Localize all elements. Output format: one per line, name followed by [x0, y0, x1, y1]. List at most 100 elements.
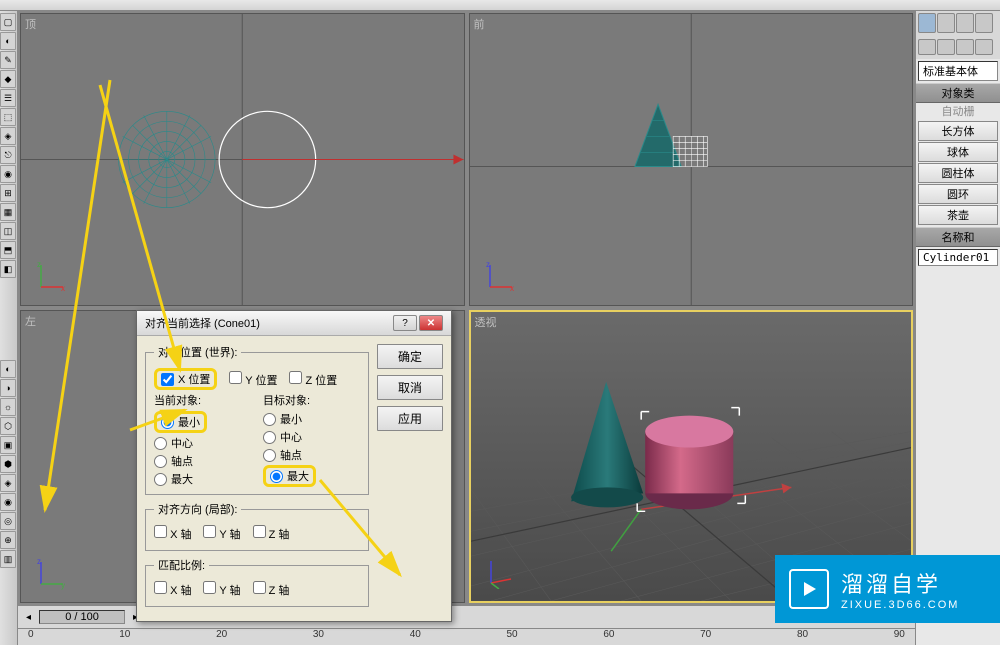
tool-icon[interactable]: ◎	[0, 512, 16, 530]
scale-y-checkbox[interactable]	[203, 581, 216, 594]
frame-display[interactable]: 0 / 100	[39, 610, 125, 624]
object-type-buttons: 长方体 球体 圆柱体 圆环 茶壶	[916, 119, 1000, 227]
tool-icon[interactable]: ▦	[0, 203, 16, 221]
scale-z-checkbox[interactable]	[253, 581, 266, 594]
viewport-top[interactable]: 顶	[20, 13, 465, 306]
x-position-checkbox[interactable]	[161, 373, 174, 386]
target-min-radio[interactable]	[263, 413, 276, 426]
hierarchy-tab-icon[interactable]	[956, 13, 974, 33]
tick-label: 80	[797, 629, 808, 642]
current-min-radio[interactable]	[161, 416, 174, 429]
cameras-tab-icon[interactable]	[975, 39, 993, 55]
axes-gizmo-icon: zx	[484, 259, 518, 293]
svg-text:x: x	[510, 284, 514, 293]
tool-icon[interactable]: ☼	[0, 398, 16, 416]
cancel-button[interactable]: 取消	[377, 375, 443, 400]
orient-y-checkbox[interactable]	[203, 525, 216, 538]
create-cylinder-button[interactable]: 圆柱体	[918, 163, 998, 183]
shapes-tab-icon[interactable]	[937, 39, 955, 55]
target-center-radio[interactable]	[263, 431, 276, 444]
align-orient-legend: 对齐方向 (局部):	[154, 501, 241, 517]
svg-text:x: x	[61, 284, 65, 293]
tick-label: 60	[603, 629, 614, 642]
command-panel: 标准基本体 对象类 自动栅 长方体 球体 圆柱体 圆环 茶壶 名称和	[915, 11, 1000, 645]
help-button[interactable]: ?	[393, 315, 417, 331]
tool-icon[interactable]: ◫	[0, 222, 16, 240]
tool-icon[interactable]: ◧	[0, 260, 16, 278]
tool-icon[interactable]: ⊞	[0, 184, 16, 202]
tool-icon[interactable]: ◈	[0, 127, 16, 145]
opt-min-label: 最小	[280, 411, 302, 427]
tool-icon[interactable]: ◆	[0, 70, 16, 88]
motion-tab-icon[interactable]	[975, 13, 993, 33]
z-axis-label: Z 轴	[269, 529, 290, 541]
lights-tab-icon[interactable]	[956, 39, 974, 55]
command-panel-tabs	[916, 11, 1000, 37]
opt-pivot-label: 轴点	[171, 453, 193, 469]
apply-button[interactable]: 应用	[377, 406, 443, 431]
create-sphere-button[interactable]: 球体	[918, 142, 998, 162]
create-box-button[interactable]: 长方体	[918, 121, 998, 141]
z-position-label: Z 位置	[306, 375, 338, 387]
tool-icon[interactable]: ◉	[0, 493, 16, 511]
z-position-checkbox[interactable]	[289, 371, 302, 384]
tool-icon[interactable]: ⊕	[0, 531, 16, 549]
rollout-object-type[interactable]: 对象类	[916, 83, 1000, 103]
tool-icon[interactable]: ✎	[0, 51, 16, 69]
y-position-checkbox[interactable]	[229, 371, 242, 384]
current-pivot-radio[interactable]	[154, 455, 167, 468]
tool-icon[interactable]: ◑	[0, 379, 16, 397]
tool-icon[interactable]: ⬒	[0, 241, 16, 259]
tool-icon[interactable]: ◐	[0, 32, 16, 50]
tool-icon[interactable]: ▣	[0, 436, 16, 454]
tool-icon[interactable]: ◐	[0, 360, 16, 378]
target-pivot-radio[interactable]	[263, 449, 276, 462]
rollout-name-color[interactable]: 名称和	[916, 227, 1000, 247]
current-object-label: 当前对象:	[154, 392, 251, 408]
opt-center-label: 中心	[280, 429, 302, 445]
tool-icon[interactable]: ⎋	[0, 146, 16, 164]
target-max-radio[interactable]	[270, 470, 283, 483]
prev-key-icon[interactable]: ◂	[26, 612, 31, 623]
orient-z-checkbox[interactable]	[253, 525, 266, 538]
match-scale-group: 匹配比例: X 轴 Y 轴 Z 轴	[145, 557, 369, 607]
watermark-url: ZIXUE.3D66.COM	[841, 599, 959, 611]
create-torus-button[interactable]: 圆环	[918, 184, 998, 204]
modify-tab-icon[interactable]	[937, 13, 955, 33]
x-axis-label: X 轴	[170, 585, 191, 597]
current-max-radio[interactable]	[154, 473, 167, 486]
current-center-radio[interactable]	[154, 437, 167, 450]
tool-icon[interactable]: ▥	[0, 550, 16, 568]
dialog-titlebar[interactable]: 对齐当前选择 (Cone01) ? ✕	[137, 311, 451, 336]
axes-gizmo-icon: zx	[35, 259, 69, 293]
tool-icon[interactable]: ◈	[0, 474, 16, 492]
align-position-legend: 对齐位置 (世界):	[154, 344, 241, 360]
tool-icon[interactable]: ☰	[0, 89, 16, 107]
geometry-category-dropdown[interactable]: 标准基本体	[918, 61, 998, 81]
geometry-tab-icon[interactable]	[918, 39, 936, 55]
ok-button[interactable]: 确定	[377, 344, 443, 369]
tick-label: 0	[28, 629, 34, 642]
svg-text:z: z	[37, 557, 41, 566]
y-axis-label: Y 轴	[219, 529, 240, 541]
tool-icon[interactable]: ◉	[0, 165, 16, 183]
viewport-label: 顶	[25, 16, 36, 32]
close-button[interactable]: ✕	[419, 315, 443, 331]
scale-x-checkbox[interactable]	[154, 581, 167, 594]
tick-label: 70	[700, 629, 711, 642]
tool-icon[interactable]: ▢	[0, 13, 16, 31]
orient-x-checkbox[interactable]	[154, 525, 167, 538]
tick-label: 20	[216, 629, 227, 642]
create-tab-icon[interactable]	[918, 13, 936, 33]
tool-icon[interactable]: ⬚	[0, 108, 16, 126]
viewport-front[interactable]: 前 zx	[469, 13, 914, 306]
tool-icon[interactable]: ⬡	[0, 417, 16, 435]
create-teapot-button[interactable]: 茶壶	[918, 205, 998, 225]
opt-center-label: 中心	[171, 435, 193, 451]
time-ruler[interactable]: 0 10 20 30 40 50 60 70 80 90	[18, 628, 915, 642]
align-orientation-group: 对齐方向 (局部): X 轴 Y 轴 Z 轴	[145, 501, 369, 551]
object-name-input[interactable]	[918, 249, 998, 266]
tool-icon[interactable]: ⬢	[0, 455, 16, 473]
x-axis-label: X 轴	[170, 529, 191, 541]
annotation-highlight: X 位置	[154, 368, 217, 390]
